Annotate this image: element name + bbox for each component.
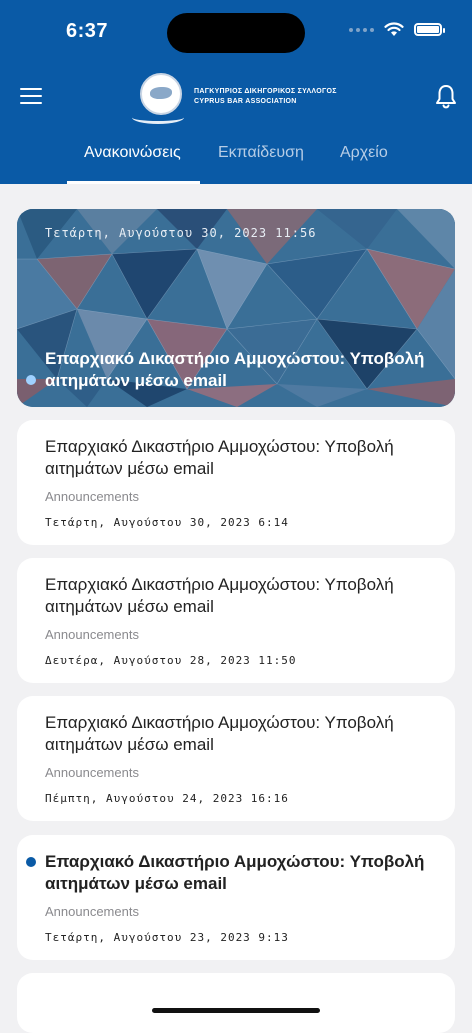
wifi-icon bbox=[384, 22, 404, 36]
announcement-category: Announcements bbox=[45, 765, 139, 780]
logo-text-english: CYPRUS BAR ASSOCIATION bbox=[194, 98, 297, 105]
announcement-category: Announcements bbox=[45, 627, 139, 642]
hamburger-menu-button[interactable] bbox=[20, 88, 42, 104]
dynamic-island bbox=[167, 13, 305, 53]
unread-indicator bbox=[26, 375, 36, 385]
announcement-card[interactable]: Επαρχιακό Δικαστήριο Αμμοχώστου: Υποβολή… bbox=[17, 835, 455, 960]
announcement-date: Πέμπτη, Αυγούστου 24, 2023 16:16 bbox=[45, 792, 289, 805]
announcement-date: Τετάρτη, Αυγούστου 23, 2023 9:13 bbox=[45, 931, 289, 944]
bell-icon[interactable] bbox=[434, 84, 458, 110]
status-time: 6:37 bbox=[66, 20, 109, 42]
announcement-card-partial[interactable] bbox=[17, 973, 455, 1033]
tab-bar: Ανακοινώσεις Εκπαίδευση Αρχείο bbox=[0, 144, 472, 184]
cyprus-bar-association-logo: ΠΑΓΚΥΠΡΙΟΣ ΔΙΚΗΓΟΡΙΚΟΣ ΣΥΛΛΟΓΟΣ CYPRUS B… bbox=[132, 71, 362, 125]
announcement-card[interactable]: Επαρχιακό Δικαστήριο Αμμοχώστου: Υποβολή… bbox=[17, 558, 455, 683]
app-header: 6:37 ΠΑΓΚΥΠΡΙΟΣ ΔΙΚΗΓΟΡΙΚΟΣ ΣΥΛΛΟΓΟΣ CYP… bbox=[0, 0, 472, 184]
announcement-title: Επαρχιακό Δικαστήριο Αμμοχώστου: Υποβολή… bbox=[45, 713, 394, 754]
announcement-title: Επαρχιακό Δικαστήριο Αμμοχώστου: Υποβολή… bbox=[45, 852, 425, 893]
featured-date: Τετάρτη, Αυγούστου 30, 2023 11:56 bbox=[45, 226, 317, 240]
announcement-title: Επαρχιακό Δικαστήριο Αμμοχώστου: Υποβολή… bbox=[45, 575, 394, 616]
status-icons bbox=[349, 22, 445, 37]
announcement-card[interactable]: Επαρχιακό Δικαστήριο Αμμοχώστου: Υποβολή… bbox=[17, 420, 455, 545]
announcement-date: Τετάρτη, Αυγούστου 30, 2023 6:14 bbox=[45, 516, 289, 529]
announcement-card[interactable]: Επαρχιακό Δικαστήριο Αμμοχώστου: Υποβολή… bbox=[17, 696, 455, 821]
announcement-category: Announcements bbox=[45, 904, 139, 919]
cellular-signal-icon bbox=[349, 27, 374, 32]
tab-announcements[interactable]: Ανακοινώσεις bbox=[84, 144, 181, 162]
logo-text-greek: ΠΑΓΚΥΠΡΙΟΣ ΔΙΚΗΓΟΡΙΚΟΣ ΣΥΛΛΟΓΟΣ bbox=[194, 88, 337, 95]
home-indicator bbox=[152, 1008, 320, 1013]
featured-title: Επαρχιακό Δικαστήριο Αμμοχώστου: Υποβολή… bbox=[45, 349, 425, 390]
tab-archive[interactable]: Αρχείο bbox=[340, 144, 388, 162]
featured-announcement-card[interactable]: Τετάρτη, Αυγούστου 30, 2023 11:56 Επαρχι… bbox=[17, 209, 455, 407]
active-tab-indicator bbox=[67, 181, 200, 184]
announcement-category: Announcements bbox=[45, 489, 139, 504]
announcement-title: Επαρχιακό Δικαστήριο Αμμοχώστου: Υποβολή… bbox=[45, 437, 394, 478]
logo-emblem-icon bbox=[140, 73, 182, 115]
unread-indicator bbox=[26, 857, 36, 867]
tab-education[interactable]: Εκπαίδευση bbox=[218, 144, 304, 162]
battery-icon bbox=[414, 23, 445, 36]
announcement-date: Δευτέρα, Αυγούστου 28, 2023 11:50 bbox=[45, 654, 297, 667]
